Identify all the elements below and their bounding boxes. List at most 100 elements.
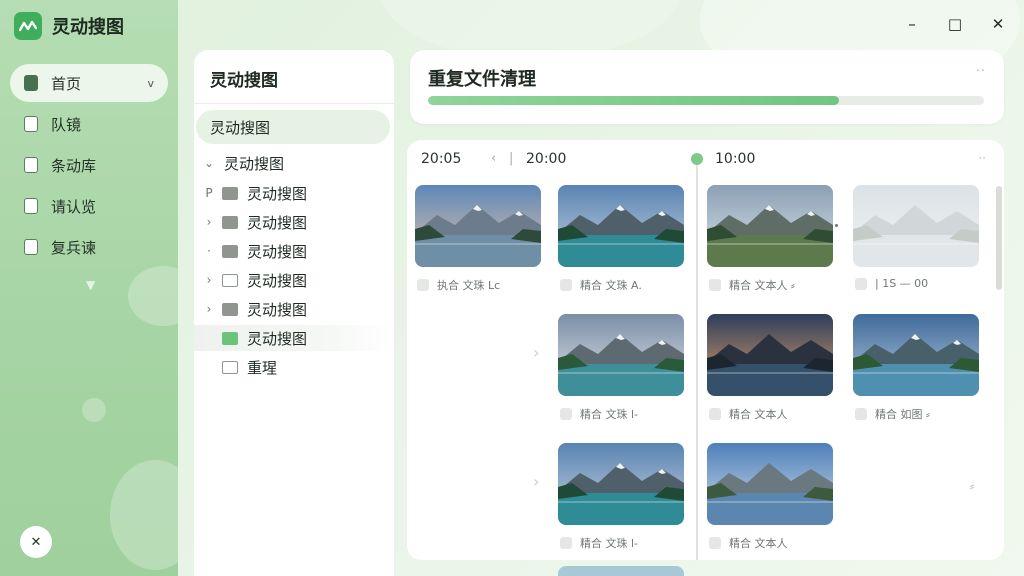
folder-selected-item[interactable]: 灵动搜图	[196, 110, 390, 144]
photo-checkbox[interactable]	[417, 279, 429, 291]
progress-fill	[428, 96, 840, 105]
document-icon	[24, 116, 38, 132]
photo-checkbox[interactable]	[855, 277, 867, 290]
photo-thumbnail[interactable]	[558, 314, 684, 396]
sidebar-item-settings[interactable]: 复兵谏	[10, 228, 168, 266]
photo-item-label: 精合 文本人	[709, 535, 788, 551]
chevron-down-icon[interactable]: ⌄	[202, 156, 216, 170]
photo-item-label: | 1S — 00	[855, 277, 928, 290]
photo-item-label: 精合 文本人	[709, 406, 788, 422]
divider	[194, 103, 394, 104]
close-button[interactable]: ✕	[986, 12, 1010, 36]
gallery-scrollbar[interactable]	[996, 186, 1002, 290]
photo-thumbnail[interactable]	[853, 185, 979, 267]
sidebar-decoration	[128, 266, 178, 326]
photo-thumbnail[interactable]	[558, 443, 684, 525]
photo-checkbox[interactable]	[709, 537, 721, 549]
chevron-right-icon[interactable]: ›	[533, 343, 539, 362]
app-logo-icon	[14, 12, 42, 40]
photo-checkbox[interactable]	[560, 408, 572, 420]
photo-caption: 精合 文珠 l-	[580, 537, 639, 550]
chevron-right-icon[interactable]: ›	[533, 472, 539, 491]
more-options-icon[interactable]: ··	[976, 64, 986, 79]
tree-item-label: 灵动搜图	[247, 271, 308, 290]
photo-item-label: 精合 文珠 A.	[560, 277, 642, 293]
photo-thumbnail[interactable]	[415, 185, 541, 267]
tree-item[interactable]: › 灵动搜图	[194, 209, 394, 235]
tree-item[interactable]: 灵动搜图	[194, 325, 394, 351]
file-icon	[24, 198, 38, 214]
tree-item[interactable]: P 灵动搜图	[194, 180, 394, 206]
sidebar-decoration	[82, 398, 106, 422]
photo-thumbnail[interactable]	[707, 185, 833, 267]
task-title: 重复文件清理	[428, 69, 536, 90]
maximize-button[interactable]: □	[943, 12, 967, 36]
tree-item[interactable]: › 灵动搜图	[194, 296, 394, 322]
task-header-card: 重复文件清理 ··	[410, 50, 1004, 124]
folder-icon	[222, 186, 238, 200]
sidebar-decoration	[110, 460, 178, 570]
sidebar-item-label: 条动库	[51, 156, 97, 175]
sidebar-item-label: 请认览	[51, 197, 97, 216]
folder-icon	[24, 157, 38, 173]
sidebar-item-library[interactable]: 条动库	[10, 146, 168, 184]
chevron-left-icon[interactable]: ‹	[491, 151, 496, 166]
photo-thumbnail-partial[interactable]	[558, 566, 684, 576]
chevron-right-icon[interactable]: ›	[202, 273, 216, 287]
photo-thumbnail[interactable]	[558, 185, 684, 267]
folder-icon	[222, 273, 238, 287]
folder-panel-title: 灵动搜图	[210, 71, 278, 91]
folder-icon	[222, 244, 238, 258]
photo-item-label: 精合 文珠 l-	[560, 406, 638, 422]
progress-bar	[428, 96, 984, 105]
photo-checkbox[interactable]	[560, 279, 572, 291]
photo-caption: 精合 文本人	[729, 408, 788, 421]
photo-item-label: 精合 如图 ⸗	[855, 406, 930, 422]
photo-checkbox[interactable]	[709, 279, 721, 291]
tree-item[interactable]: ⌄ 灵动搜图	[194, 150, 394, 176]
photo-item-label: 精合 文珠 l-	[560, 535, 638, 551]
tree-item-label: 重瑆	[247, 358, 278, 377]
photo-thumbnail[interactable]	[707, 314, 833, 396]
tree-item[interactable]: 重瑆	[194, 354, 394, 380]
edge-mark-icon: ⸗	[970, 479, 974, 493]
photo-caption: 精合 文珠 A.	[580, 279, 642, 292]
photo-caption: 精合 文珠 l-	[580, 408, 639, 421]
collapse-button[interactable]: ✕	[20, 526, 52, 558]
triangle-down-icon: ▼	[86, 278, 96, 292]
folder-panel: 灵动搜图 灵动搜图 ⌄ 灵动搜图 P 灵动搜图 › 灵动搜图 · 灵动搜图 › 灵动搜图 › 灵动搜图…	[194, 50, 394, 576]
photo-thumbnail[interactable]	[853, 314, 979, 396]
tree-item-label: 灵动搜图	[247, 242, 308, 261]
minimize-button[interactable]: –	[900, 12, 924, 36]
tree-item[interactable]: › 灵动搜图	[194, 267, 394, 293]
sidebar-item-home[interactable]: 首页 v	[10, 64, 168, 102]
photo-caption: | 1S — 00	[875, 277, 929, 290]
photo-thumbnail[interactable]	[707, 443, 833, 525]
tree-item-label: 灵动搜图	[247, 329, 308, 348]
photo-caption: 精合 文本人	[729, 537, 788, 550]
sidebar-item-label: 首页	[51, 74, 82, 93]
tree-item[interactable]: · 灵动搜图	[194, 238, 394, 264]
tree-item-label: 灵动搜图	[247, 184, 308, 203]
dot-marker	[835, 224, 838, 227]
sidebar-item-queue[interactable]: 队镜	[10, 105, 168, 143]
tree-item-label: 灵动搜图	[247, 213, 308, 232]
photo-checkbox[interactable]	[855, 408, 867, 420]
chevron-right-icon[interactable]: ·	[202, 244, 216, 258]
tree-item-label: 灵动搜图	[247, 300, 308, 319]
sidebar-item-browse[interactable]: 请认览	[10, 187, 168, 225]
timeline-separator: |	[509, 151, 514, 166]
photo-caption: 精合 如图 ⸗	[875, 408, 930, 421]
more-options-icon[interactable]: ··	[978, 151, 986, 165]
photo-checkbox[interactable]	[709, 408, 721, 420]
timeline-time-right: 10:00	[715, 151, 756, 167]
timeline-time-left: 20:05	[421, 151, 462, 167]
app-title: 灵动搜图	[52, 17, 124, 38]
chevron-right-icon[interactable]: ›	[202, 302, 216, 316]
photo-caption: 执合 文珠 Lc	[437, 279, 501, 292]
chevron-right-icon[interactable]: ›	[202, 215, 216, 229]
chevron-down-icon: v	[147, 76, 154, 90]
chevron-right-icon[interactable]: P	[202, 186, 216, 200]
photo-checkbox[interactable]	[560, 537, 572, 549]
folder-icon	[222, 360, 238, 374]
